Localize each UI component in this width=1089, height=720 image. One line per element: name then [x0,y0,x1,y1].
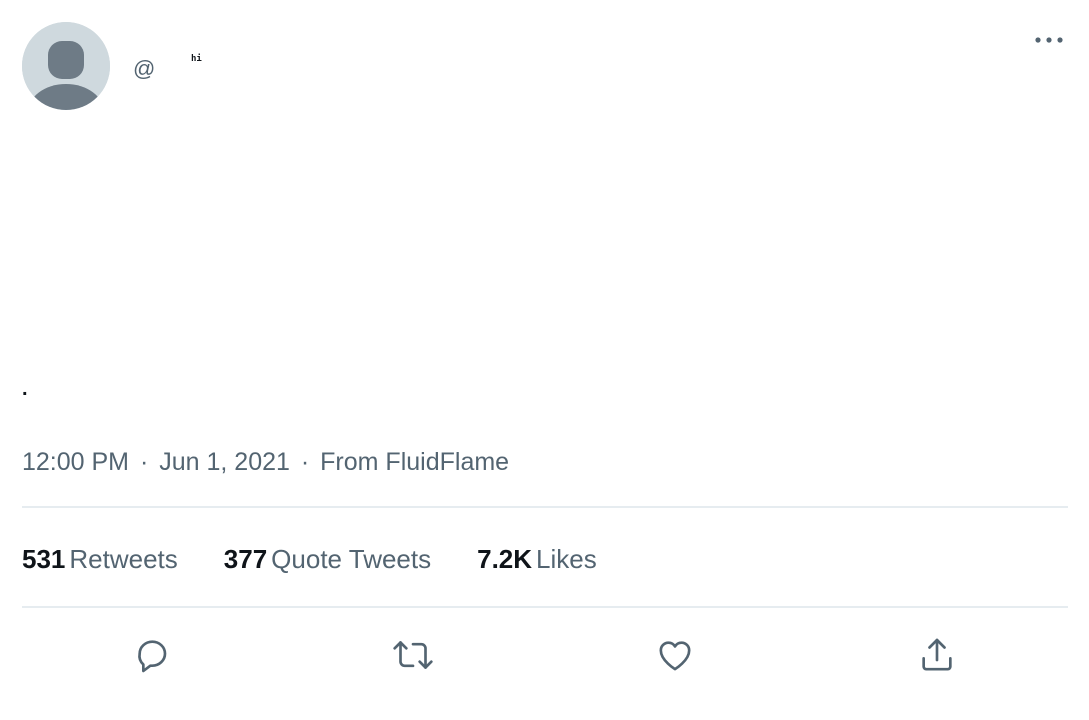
stat-label: Likes [536,544,597,574]
default-avatar-icon [22,22,110,110]
tweet-metadata: 12:00 PM · Jun 1, 2021 · From FluidFlame [22,448,509,477]
retweet-button[interactable] [390,632,436,678]
divider [22,506,1068,508]
tweet-time[interactable]: 12:00 PM [22,448,129,476]
reply-icon [138,640,167,673]
author-display-name[interactable]: hi [191,54,202,64]
author-handle[interactable]: @ [133,56,155,82]
stat-value: 531 [22,544,66,574]
stat-label: Retweets [69,544,178,574]
share-button[interactable] [914,632,960,678]
tweet-detail: @ hi . 12:00 PM · Jun 1, 2021 · From Flu… [0,0,1089,720]
stat-label: Quote Tweets [271,544,432,574]
meta-separator: · [300,448,310,476]
stat-value: 377 [223,544,268,574]
retweet-icon [393,641,433,669]
likes-stat[interactable]: 7.2K Likes [477,544,597,575]
tweet-actions [0,632,1089,678]
more-options-button[interactable] [1030,28,1068,52]
tweet-source: From FluidFlame [320,448,510,476]
reply-button[interactable] [130,632,176,678]
meta-separator: · [139,448,149,476]
tweet-text: . [22,378,28,400]
quote-tweets-stat[interactable]: 377 Quote Tweets [224,544,431,575]
divider [22,606,1068,608]
retweets-stat[interactable]: 531 Retweets [22,544,178,575]
like-icon [659,641,691,671]
like-button[interactable] [652,632,698,678]
tweet-stats: 531 Retweets 377 Quote Tweets 7.2K Likes [22,544,643,575]
more-horizontal-icon [1035,37,1063,43]
share-icon [922,638,952,671]
avatar[interactable] [22,22,110,110]
stat-value: 7.2K [477,544,533,574]
tweet-date[interactable]: Jun 1, 2021 [159,448,290,476]
